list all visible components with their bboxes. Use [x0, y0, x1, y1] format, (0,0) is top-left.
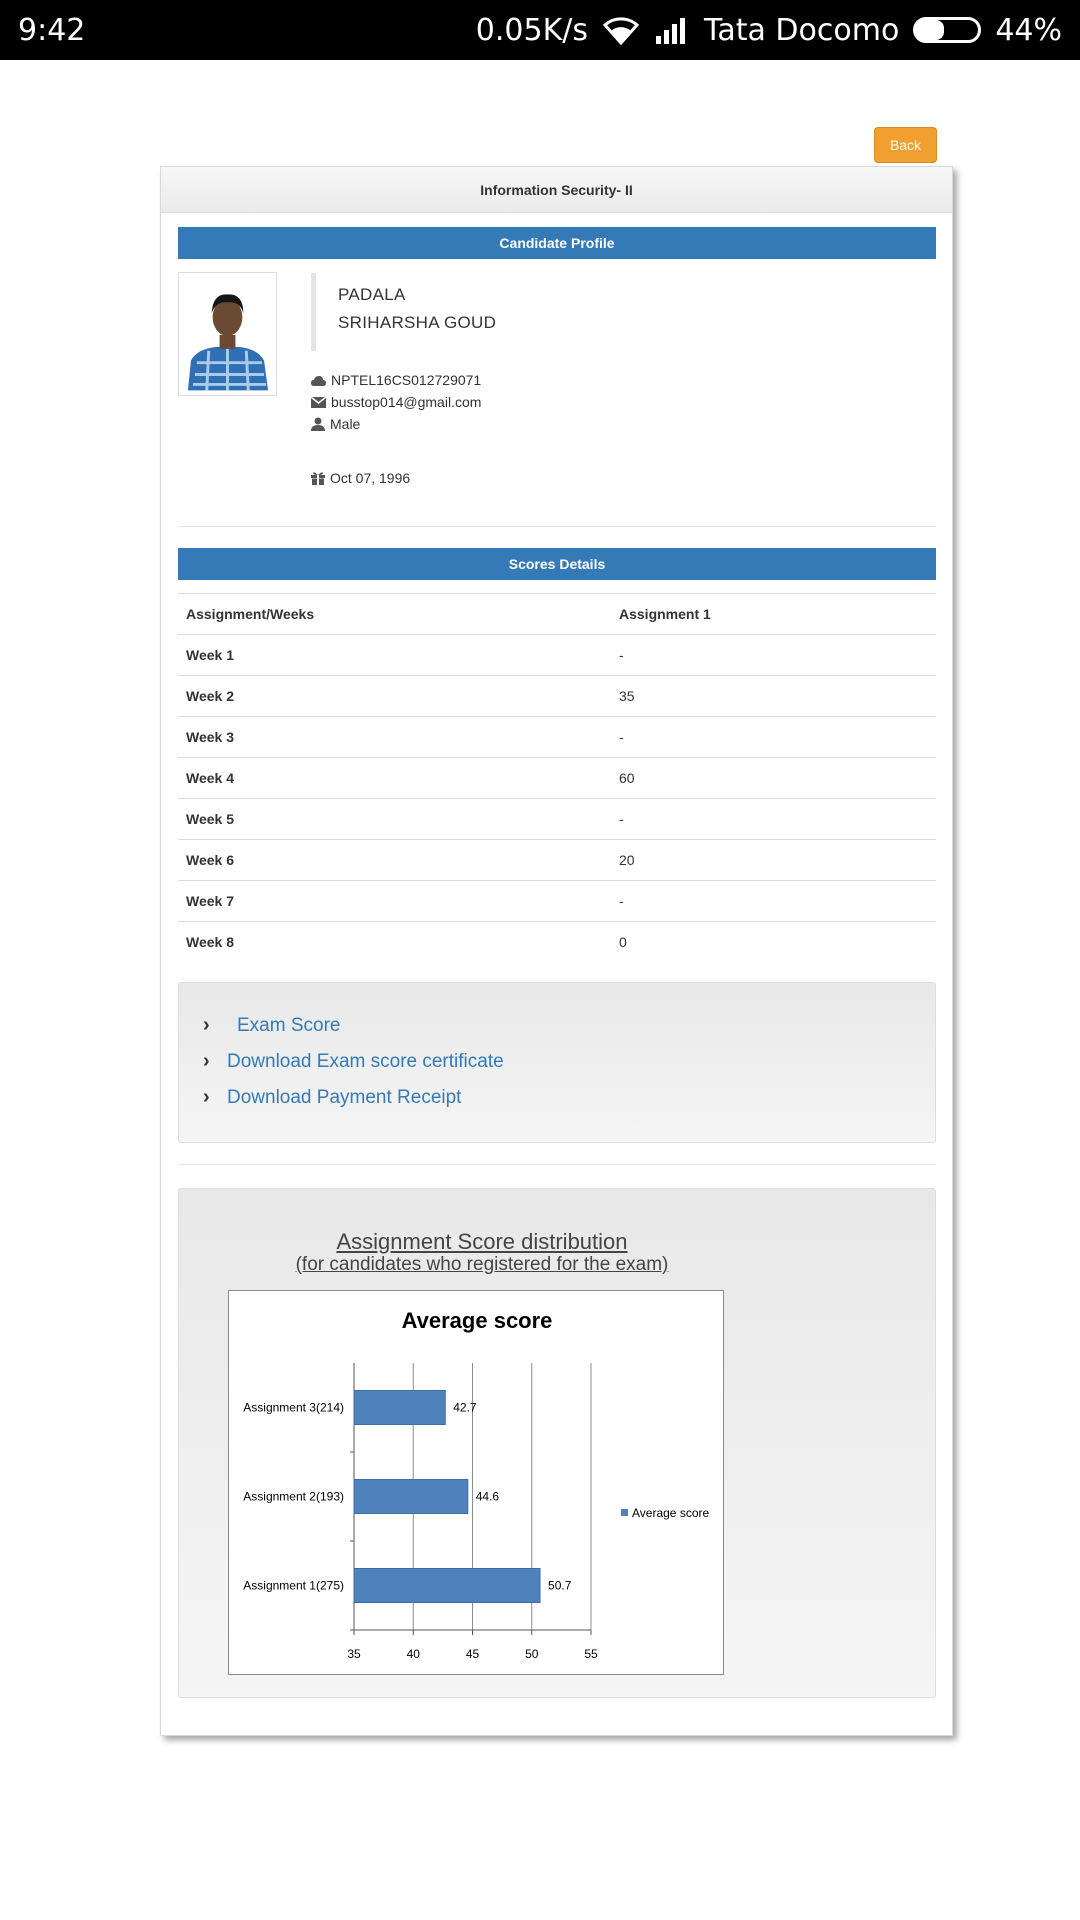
- legend-swatch: [621, 1509, 628, 1516]
- chevron-right-icon: ›: [203, 1086, 210, 1108]
- bar: [353, 1390, 446, 1425]
- chart-title: Average score: [402, 1308, 553, 1333]
- scores-details-header: Scores Details: [178, 548, 936, 580]
- candidate-name-line1: PADALA: [338, 285, 406, 304]
- x-tick-label: 40: [407, 1647, 421, 1661]
- category-label: Assignment 1(275): [243, 1579, 344, 1593]
- week-cell: Week 4: [178, 757, 611, 799]
- battery-fill: [916, 20, 944, 40]
- table-row: Week 2 35: [178, 675, 936, 717]
- column-header-weeks: Assignment/Weeks: [178, 593, 611, 635]
- bar-value-label: 50.7: [548, 1579, 572, 1593]
- category-label: Assignment 3(214): [243, 1401, 344, 1415]
- table-row: Week 3-: [178, 716, 936, 758]
- download-receipt-link-label[interactable]: Download Payment Receipt: [227, 1087, 461, 1109]
- chevron-right-icon: ›: [203, 1050, 210, 1072]
- column-header-assignment: Assignment 1: [611, 593, 936, 635]
- registration-id: NPTEL16CS012729071: [311, 372, 481, 388]
- distribution-title: Assignment Score distribution: [336, 1229, 628, 1254]
- x-tick-label: 35: [347, 1647, 361, 1661]
- status-bar: 9:42 0.05K/s Tata Docomo 44%: [0, 0, 1080, 60]
- week-cell: Week 8: [178, 921, 611, 963]
- battery-percent: 44%: [995, 12, 1062, 48]
- score-cell: 35: [611, 675, 936, 717]
- divider: [178, 526, 936, 527]
- scores-table: Assignment/Weeks Assignment 1 Week 1- We…: [178, 593, 936, 963]
- email-text: busstop014@gmail.com: [331, 394, 482, 410]
- distribution-subtitle: (for candidates who registered for the e…: [295, 1254, 669, 1275]
- score-cell: -: [611, 880, 936, 922]
- category-label: Assignment 2(193): [243, 1490, 344, 1504]
- score-cell: -: [611, 634, 936, 676]
- avatar: [183, 277, 272, 391]
- candidate-profile-header: Candidate Profile: [178, 227, 936, 259]
- wifi-icon: [602, 15, 640, 45]
- score-cell: 0: [611, 921, 936, 963]
- table-row: Week 1-: [178, 634, 936, 676]
- download-receipt-link[interactable]: › Download Payment Receipt: [203, 1086, 461, 1109]
- status-time: 9:42: [18, 12, 86, 48]
- week-cell: Week 2: [178, 675, 611, 717]
- signal-icon: [654, 16, 690, 44]
- battery-icon: [913, 17, 982, 43]
- download-certificate-link-label[interactable]: Download Exam score certificate: [227, 1051, 504, 1073]
- divider: [178, 1164, 936, 1165]
- table-row: Week 5-: [178, 798, 936, 840]
- gender-text: Male: [330, 416, 361, 432]
- week-cell: Week 3: [178, 716, 611, 758]
- exam-score-link[interactable]: › Exam Score: [203, 1014, 340, 1037]
- candidate-name: PADALA SRIHARSHA GOUD: [311, 273, 496, 351]
- week-cell: Week 6: [178, 839, 611, 881]
- chevron-right-icon: ›: [203, 1014, 210, 1036]
- download-certificate-link[interactable]: › Download Exam score certificate: [203, 1050, 504, 1073]
- email: busstop014@gmail.com: [311, 394, 481, 410]
- envelope-icon: [311, 396, 326, 408]
- score-distribution-panel: Assignment Score distribution (for candi…: [178, 1188, 936, 1698]
- course-title: Information Security- II: [161, 167, 952, 213]
- gift-icon: [311, 472, 325, 485]
- x-tick-label: 45: [466, 1647, 480, 1661]
- dob-text: Oct 07, 1996: [330, 470, 411, 486]
- gender: Male: [311, 416, 360, 432]
- week-cell: Week 7: [178, 880, 611, 922]
- table-header-row: Assignment/Weeks Assignment 1: [178, 593, 936, 635]
- bar-value-label: 42.7: [453, 1401, 477, 1415]
- table-row: Week 7-: [178, 880, 936, 922]
- score-cell: -: [611, 798, 936, 840]
- average-score-chart: Average score 35 40 45 50 55 42.7 Assignment 3(…: [228, 1290, 724, 1675]
- carrier-name: Tata Docomo: [704, 12, 900, 48]
- x-tick-label: 50: [525, 1647, 539, 1661]
- links-panel: › Exam Score › Download Exam score certi…: [178, 982, 936, 1143]
- score-cell: 20: [611, 839, 936, 881]
- table-row: Week 4 60: [178, 757, 936, 799]
- table-row: Week 80: [178, 921, 936, 963]
- week-cell: Week 5: [178, 798, 611, 840]
- bar-value-label: 44.6: [476, 1490, 500, 1504]
- legend-label: Average score: [632, 1506, 709, 1520]
- candidate-card: Information Security- II Candidate Profi…: [160, 166, 953, 1736]
- bar: [353, 1568, 541, 1603]
- table-row: Week 6 20: [178, 839, 936, 881]
- exam-score-link-label[interactable]: Exam Score: [237, 1015, 340, 1037]
- network-speed: 0.05K/s: [475, 12, 588, 48]
- week-cell: Week 1: [178, 634, 611, 676]
- chart-svg: Average score 35 40 45 50 55 42.7 Assignment 3(…: [243, 1308, 709, 1661]
- score-cell: -: [611, 716, 936, 758]
- bar: [353, 1479, 469, 1514]
- cloud-icon: [311, 375, 326, 386]
- candidate-photo: [178, 272, 277, 396]
- x-tick-label: 55: [584, 1647, 598, 1661]
- candidate-name-line2: SRIHARSHA GOUD: [338, 313, 497, 332]
- date-of-birth: Oct 07, 1996: [311, 470, 410, 486]
- score-cell: 60: [611, 757, 936, 799]
- registration-id-text: NPTEL16CS012729071: [331, 372, 482, 388]
- back-button[interactable]: Back: [874, 127, 937, 163]
- user-icon: [311, 417, 325, 431]
